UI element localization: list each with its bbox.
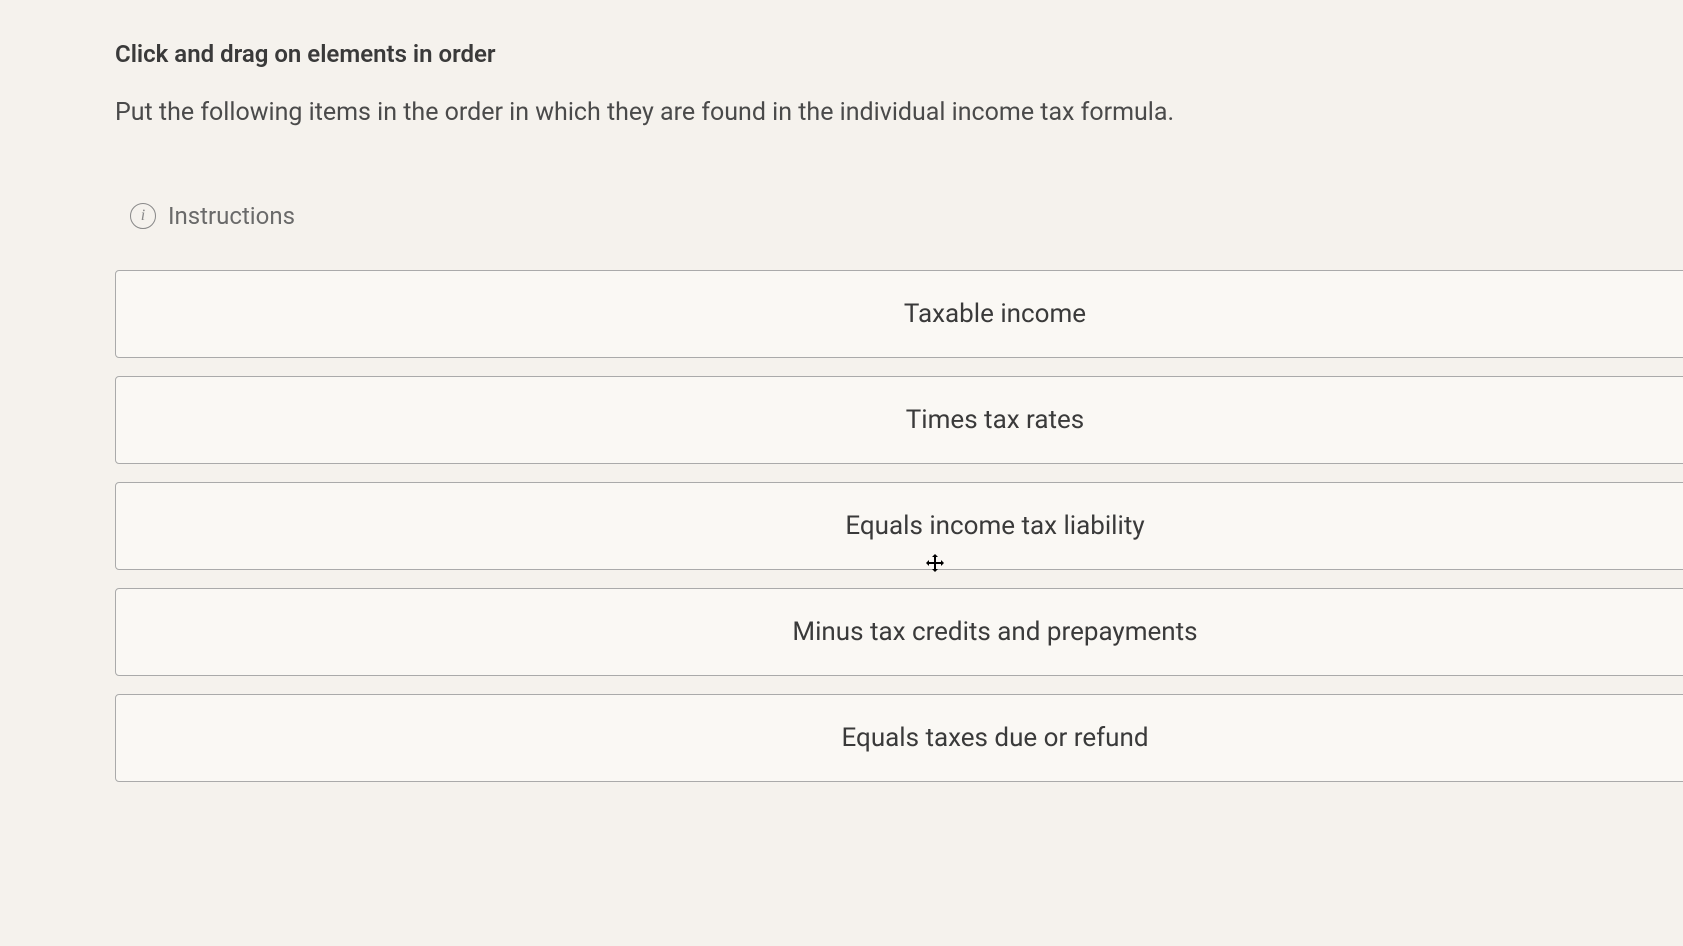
- drag-list: Taxable income Times tax rates Equals in…: [115, 270, 1683, 782]
- drag-item-times-tax-rates[interactable]: Times tax rates: [115, 376, 1683, 464]
- drag-item-label: Times tax rates: [906, 405, 1084, 435]
- instruction-prompt: Put the following items in the order in …: [115, 98, 1683, 127]
- drag-item-income-tax-liability[interactable]: Equals income tax liability: [115, 482, 1683, 570]
- drag-item-label: Equals income tax liability: [845, 511, 1144, 541]
- drag-item-taxes-due-refund[interactable]: Equals taxes due or refund: [115, 694, 1683, 782]
- info-icon: i: [130, 203, 156, 229]
- drag-item-minus-credits[interactable]: Minus tax credits and prepayments: [115, 588, 1683, 676]
- instructions-label: Instructions: [168, 202, 295, 230]
- drag-item-label: Minus tax credits and prepayments: [792, 617, 1197, 647]
- drag-item-label: Equals taxes due or refund: [842, 723, 1149, 753]
- drag-item-taxable-income[interactable]: Taxable income: [115, 270, 1683, 358]
- instruction-title: Click and drag on elements in order: [115, 40, 1683, 68]
- instructions-button[interactable]: i Instructions: [115, 202, 1683, 230]
- drag-item-label: Taxable income: [904, 299, 1086, 329]
